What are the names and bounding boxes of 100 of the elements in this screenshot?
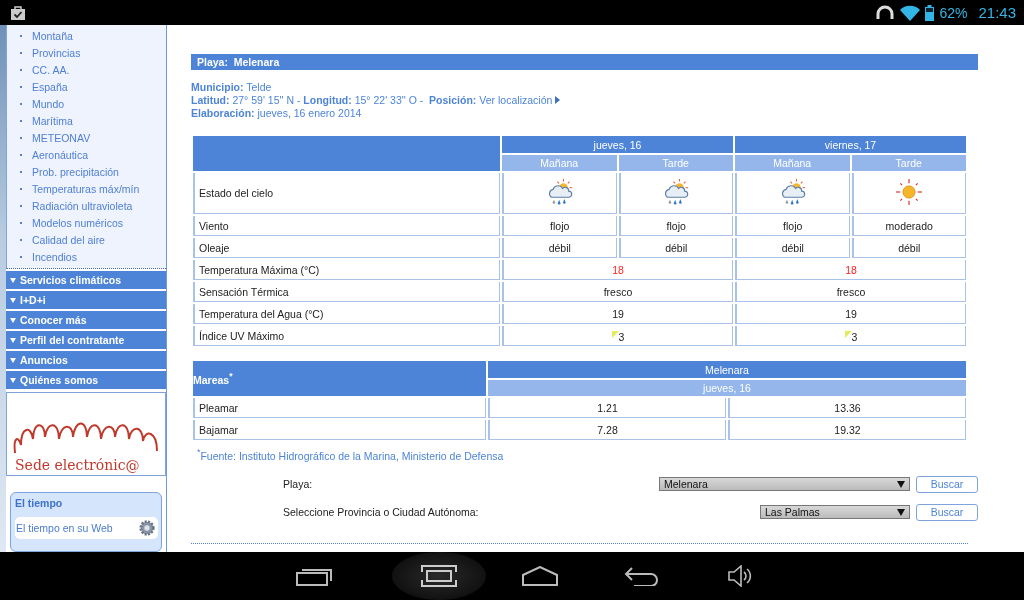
dropdown-caret-icon [897, 508, 905, 516]
home-icon[interactable] [522, 566, 558, 586]
field-label: Seleccione Provincia o Ciudad Autónoma: [283, 506, 480, 518]
row-label: Oleaje [193, 238, 500, 258]
down-arrow-icon [10, 297, 16, 303]
row-label: Bajamar [193, 420, 486, 440]
table-cell: 18 [735, 260, 966, 280]
menu-link[interactable]: Montaña [32, 29, 73, 42]
menu-link[interactable]: Radiación ultravioleta [32, 199, 133, 212]
uv-value: 3 [851, 331, 858, 343]
right-triangle-icon [555, 95, 561, 104]
table-cell: 18 [502, 260, 733, 280]
table-cell: moderado [851, 216, 966, 236]
down-arrow-icon [10, 337, 16, 343]
menu-section[interactable]: Perfil del contratante [6, 331, 166, 349]
widget-title: El tiempo [15, 497, 64, 509]
table-cell: flojo [735, 216, 850, 236]
down-arrow-icon [10, 357, 16, 363]
table-cell: débil [502, 238, 617, 258]
tides-header: Mareas$^{*}$ [193, 361, 486, 396]
menu-link[interactable]: Calidad del aire [32, 233, 105, 246]
uv-level-icon [611, 331, 619, 338]
field-label: Playa: [283, 478, 314, 490]
search-button[interactable]: Buscar [916, 503, 978, 521]
period-header: Mañana [502, 155, 617, 171]
clock-time: 21:43 [978, 4, 1016, 21]
period-header: Tarde [851, 155, 966, 171]
sun-icon [896, 179, 923, 205]
menu-section[interactable]: Quiénes somos [6, 371, 166, 389]
table-cell: flojo [618, 216, 733, 236]
row-label: Índice UV Máximo [193, 326, 500, 346]
table-cell: 19 [735, 304, 966, 324]
info-text: Latitud: 27° 59' 15'' N - Longitud: 15° 22' 33'' O - Posición: [191, 93, 477, 106]
info-text: Municipio: Telde [191, 80, 272, 93]
wifi-icon [900, 4, 921, 21]
down-arrow-icon [10, 277, 16, 283]
dropdown[interactable]: Melenara [659, 477, 910, 491]
menu-link[interactable]: Aeronáutica [32, 148, 89, 161]
battery-percent: 62% [939, 4, 968, 21]
down-arrow-icon [10, 377, 16, 383]
table-cell: débil [618, 238, 733, 258]
logo-text: Sede electrónic@ [15, 457, 141, 473]
recent-apps-icon[interactable] [296, 566, 332, 586]
table-cell: fresco [502, 282, 733, 302]
headset-icon [875, 4, 896, 21]
battery-icon [925, 4, 935, 21]
table-cell: 7.28 [488, 420, 726, 440]
menu-section[interactable]: Anuncios [6, 351, 166, 369]
uv-level-icon [844, 331, 852, 338]
back-icon[interactable] [624, 566, 660, 586]
period-header: Mañana [735, 155, 850, 171]
beach-title-bar: Playa: Melenara [191, 54, 978, 70]
row-label: Temperatura Máxima (°C) [193, 260, 500, 280]
table-cell: débil [851, 238, 966, 258]
menu-link[interactable]: Modelos numéricos [32, 216, 124, 229]
table-cell: flojo [502, 216, 617, 236]
day-header: jueves, 16 [488, 380, 966, 396]
table-cell: fresco [735, 282, 966, 302]
dropdown[interactable]: Las Palmas [760, 505, 910, 519]
menu-link[interactable]: METEONAV [32, 131, 91, 144]
briefcase-check-icon [10, 4, 26, 21]
table-cell: 19 [502, 304, 733, 324]
location-link[interactable]: Ver localización [479, 93, 553, 106]
info-text: Elaboración: jueves, 16 enero 2014 [191, 106, 362, 119]
cloud-rain-sun-icon [663, 178, 690, 206]
row-label: Pleamar [193, 398, 486, 418]
table-cell: 19.32 [728, 420, 966, 440]
row-label: Estado del cielo [193, 173, 500, 214]
menu-section[interactable]: Servicios climáticos [6, 271, 166, 289]
menu-link[interactable]: Provincias [32, 46, 81, 59]
menu-section[interactable]: I+D+i [6, 291, 166, 309]
menu-link[interactable]: CC. AA. [32, 63, 70, 76]
uv-value: 3 [618, 331, 625, 343]
cloud-rain-sun-icon [546, 178, 573, 206]
day-header: jueves, 16 [502, 136, 733, 153]
screenshot-icon[interactable] [421, 565, 457, 587]
search-button[interactable]: Buscar [916, 475, 978, 493]
menu-link[interactable]: Temperaturas máx/mín [32, 182, 140, 195]
row-label: Temperatura del Agua (°C) [193, 304, 500, 324]
dropdown-caret-icon [897, 480, 905, 488]
location-header: Melenara [488, 361, 966, 378]
menu-link[interactable]: España [32, 80, 68, 93]
row-label: Sensación Térmica [193, 282, 500, 302]
down-arrow-icon [10, 317, 16, 323]
menu-link[interactable]: Mundo [32, 97, 65, 110]
table-cell: débil [735, 238, 850, 258]
menu-link[interactable]: Prob. precipitación [32, 165, 119, 178]
row-label: Viento [193, 216, 500, 236]
source-note: $^{*}$Fuente: Instituto Hidrográfico de la Marina, Ministerio de Defensa [197, 447, 505, 462]
menu-section[interactable]: Conocer más [6, 311, 166, 329]
widget-link[interactable]: El tiempo en su Web [15, 517, 158, 539]
day-header: viernes, 17 [735, 136, 966, 153]
period-header: Tarde [618, 155, 733, 171]
menu-link[interactable]: Marítima [32, 114, 73, 127]
gear-icon [138, 519, 156, 537]
table-cell: 13.36 [728, 398, 966, 418]
volume-icon[interactable] [728, 565, 752, 587]
table-cell: 1.21 [488, 398, 726, 418]
cloud-rain-sun-icon [779, 178, 806, 206]
menu-link[interactable]: Incendios [32, 250, 77, 263]
